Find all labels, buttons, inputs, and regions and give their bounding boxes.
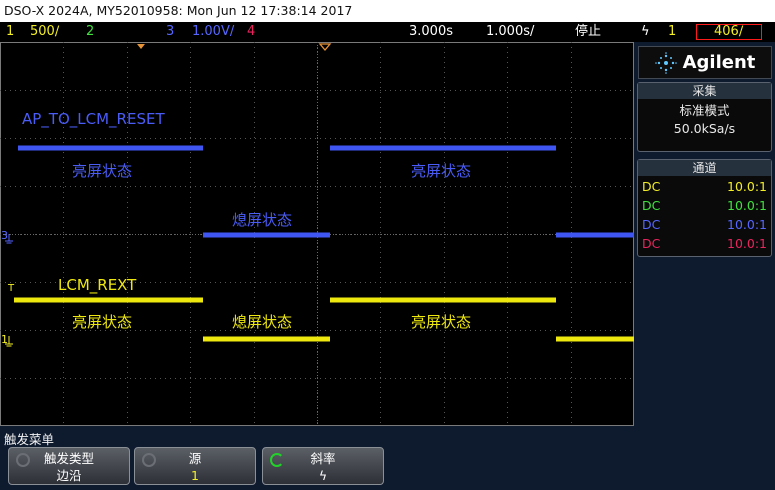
trigger-level-highlight [696,24,762,40]
channel-1-signal-label: LCM_REXT [58,276,137,295]
softkey-source-value: 1 [191,468,199,483]
window-title-bar: DSO-X 2024A, MY52010958: Mon Jun 12 17:3… [0,0,775,22]
softkey-rotate-icon [270,453,284,467]
channel-probe-ratio: 10.0:1 [727,198,767,213]
channel-coupling: DC [642,198,661,213]
channel-2-number[interactable]: 2 [86,22,94,42]
acquisition-header: 采集 [638,83,771,99]
softkey-trigger-type-value: 边沿 [56,468,82,483]
trigger-source[interactable]: 1 [668,22,676,42]
softkey-source[interactable]: 源 1 [134,447,256,485]
softkey-slope[interactable]: 斜率 ϟ [262,447,384,485]
channel-row[interactable]: DC 10.0:1 [638,234,771,253]
trigger-level-marker: T [7,283,15,294]
channels-panel[interactable]: 通道 DC 10.0:1 DC 10.0:1 DC 10.0:1 DC 10.0:1 [637,159,772,257]
channels-header: 通道 [638,160,771,176]
channel-3-scale[interactable]: 1.00V/ [192,22,234,42]
agilent-spark-icon [654,51,677,74]
channel-coupling: DC [642,179,661,194]
channel-3-ground-marker: 3 [1,229,8,242]
softkey-trigger-type[interactable]: 触发类型 边沿 [8,447,130,485]
channel-3-on-state-label-2: 亮屏状态 [411,162,471,180]
sample-rate: 50.0kSa/s [673,121,736,136]
trigger-slope-icon: ϟ [641,24,650,39]
menu-title: 触发菜单 [4,432,55,447]
channel-coupling: DC [642,217,661,232]
channel-3-on-state-label: 亮屏状态 [72,162,132,180]
channel-3-number[interactable]: 3 [166,22,174,42]
trigger-position-marker-icon [318,43,332,52]
channel-coupling: DC [642,236,661,251]
channel-1-number[interactable]: 1 [6,22,14,42]
time-delay[interactable]: 3.000s [409,22,453,42]
softkey-slope-value: ϟ [318,468,328,483]
channel-row[interactable]: DC 10.0:1 [638,177,771,196]
run-state[interactable]: 停止 [575,22,601,42]
channel-probe-ratio: 10.0:1 [727,236,767,251]
channel-3-signal-label: AP_TO_LCM_RESET [22,110,165,129]
channel-1-on-state-label-2: 亮屏状态 [411,313,471,331]
channel-row[interactable]: DC 10.0:1 [638,215,771,234]
channel-probe-ratio: 10.0:1 [727,217,767,232]
top-markers [137,43,332,52]
brand-name: Agilent [682,52,756,73]
channel-3-off-state-label: 熄屏状态 [232,211,292,229]
time-scale[interactable]: 1.000s/ [486,22,534,42]
scope-status-bar: 1 500∕ 2 3 1.00V/ 4 3.000s 1.000s/ 停止 ϟ … [0,22,775,42]
window-title: DSO-X 2024A, MY52010958: Mon Jun 12 17:3… [4,3,353,18]
channel-probe-ratio: 10.0:1 [727,179,767,194]
brand-logo: Agilent [638,46,772,79]
softkey-knob-icon [142,453,156,467]
waveform-display[interactable]: 3 T 1 AP_TO_LCM_RESET 亮屏状态 熄屏状态 亮屏状态 LCM… [0,42,634,426]
acquisition-mode: 标准模式 [679,103,730,118]
delay-marker-icon [137,44,145,49]
channel-1-on-state-label: 亮屏状态 [72,313,132,331]
channel-row[interactable]: DC 10.0:1 [638,196,771,215]
channel-4-number[interactable]: 4 [247,22,255,42]
softkey-knob-icon [16,453,30,467]
channel-1-off-state-label: 熄屏状态 [232,313,292,331]
channel-1-scale[interactable]: 500∕ [30,22,59,42]
acquisition-panel[interactable]: 采集 标准模式 50.0kSa/s [637,82,772,152]
